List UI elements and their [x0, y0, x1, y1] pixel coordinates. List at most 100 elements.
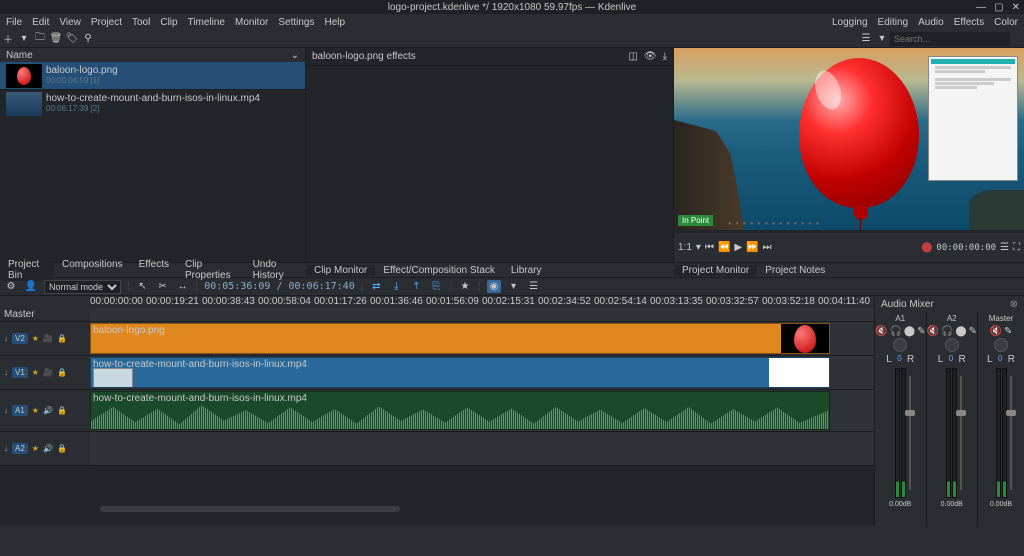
rec-icon[interactable]: ⬤ — [904, 326, 915, 336]
solo-icon[interactable]: 🎧 — [941, 326, 953, 336]
lock-icon[interactable]: 🔒 — [57, 406, 67, 415]
track-label-v2[interactable]: V2 — [12, 333, 28, 344]
view-menu-icon[interactable]: ▾ — [874, 31, 890, 47]
tab-undo-history[interactable]: Undo History — [245, 259, 306, 281]
tag-icon[interactable]: 🏷 — [64, 31, 80, 47]
tab-effect-stack[interactable]: Effect/Composition Stack — [375, 265, 503, 276]
skip-end-icon[interactable]: ⏭ — [763, 242, 772, 253]
mute-icon[interactable]: 🎥 — [43, 334, 53, 343]
layout-color[interactable]: Color — [994, 17, 1018, 28]
expand-icon[interactable]: ↓ — [4, 334, 8, 343]
fader-handle[interactable] — [1006, 410, 1016, 416]
tab-clip-properties[interactable]: Clip Properties — [177, 259, 245, 281]
mute-icon[interactable]: 🔊 — [43, 406, 53, 415]
save-effect-icon[interactable]: ⤓ — [663, 51, 667, 62]
star-icon[interactable]: ★ — [32, 334, 39, 343]
delete-icon[interactable]: 🗑 — [48, 31, 64, 47]
spacer-tool-icon[interactable]: ↔ — [176, 281, 190, 292]
timeline-position[interactable]: 00:05:36:09 — [204, 281, 270, 292]
mute-icon[interactable]: 🔊 — [43, 444, 53, 453]
menu-view[interactable]: View — [59, 17, 81, 28]
fullscreen-icon[interactable]: ⛶ — [1013, 242, 1020, 253]
lock-icon[interactable]: 🔒 — [57, 444, 67, 453]
expand-icon[interactable]: ↓ — [4, 444, 8, 453]
folder-icon[interactable]: 🗀 — [32, 31, 48, 47]
layout-editing[interactable]: Editing — [878, 17, 909, 28]
expand-icon[interactable]: ↓ — [4, 406, 8, 415]
filter-icon[interactable]: ⚲ — [80, 31, 96, 47]
show-audio-icon[interactable]: ☰ — [527, 281, 541, 292]
gear-icon[interactable]: ⚙ — [4, 281, 18, 292]
menu-help[interactable]: Help — [325, 17, 346, 28]
bin-item[interactable]: how-to-create-mount-and-burn-isos-in-lin… — [0, 90, 305, 118]
db-value[interactable]: 0.00dB — [889, 501, 911, 508]
star-icon[interactable]: ★ — [32, 444, 39, 453]
selection-tool-icon[interactable]: ↖ — [136, 281, 150, 292]
fader-handle[interactable] — [956, 410, 966, 416]
razor-tool-icon[interactable]: ✂ — [156, 281, 170, 292]
minimize-icon[interactable]: — — [976, 2, 986, 13]
zone-in-icon[interactable]: ⤓ — [389, 281, 403, 292]
rewind-icon[interactable]: ⏪ — [718, 242, 730, 253]
fx-icon[interactable]: ✎ — [969, 326, 977, 336]
add-clip-icon[interactable]: ＋ — [0, 31, 16, 47]
mute-icon[interactable]: 🎥 — [43, 368, 53, 377]
chevron-down-icon[interactable]: ▾ — [507, 281, 521, 292]
menu-settings[interactable]: Settings — [278, 17, 314, 28]
lock-icon[interactable]: 🔒 — [57, 334, 67, 343]
favorite-icon[interactable]: ★ — [458, 281, 472, 292]
tab-clip-monitor[interactable]: Clip Monitor — [306, 265, 375, 276]
track-menu-icon[interactable]: 👤 — [24, 281, 38, 292]
fx-icon[interactable]: ✎ — [917, 326, 925, 336]
menu-clip[interactable]: Clip — [160, 17, 177, 28]
master-track-label[interactable]: Master — [4, 309, 35, 320]
star-icon[interactable]: ★ — [32, 368, 39, 377]
visibility-icon[interactable]: 👁 — [644, 51, 657, 62]
fx-icon[interactable]: ✎ — [1004, 326, 1012, 336]
preview-render-icon[interactable]: ◉ — [487, 280, 501, 293]
zone-out-icon[interactable]: ⤒ — [409, 281, 423, 292]
tab-project-notes[interactable]: Project Notes — [757, 265, 833, 276]
tab-compositions[interactable]: Compositions — [54, 259, 131, 270]
play-icon[interactable]: ▶ — [734, 242, 742, 253]
close-panel-icon[interactable]: ⊗ — [1010, 299, 1018, 310]
mute-icon[interactable]: 🔇 — [927, 326, 939, 336]
tab-library[interactable]: Library — [503, 265, 550, 276]
menu-file[interactable]: File — [6, 17, 22, 28]
record-icon[interactable]: ⬤ — [921, 242, 932, 253]
pan-knob[interactable] — [945, 338, 959, 352]
bin-column-name[interactable]: Name — [6, 50, 33, 61]
overwrite-icon[interactable]: ⎘ — [429, 281, 443, 292]
rec-icon[interactable]: ⬤ — [955, 326, 966, 336]
forward-icon[interactable]: ⏩ — [746, 242, 758, 253]
horizontal-scrollbar[interactable] — [100, 506, 400, 512]
menu-project[interactable]: Project — [91, 17, 122, 28]
fader-handle[interactable] — [905, 410, 915, 416]
tab-project-bin[interactable]: Project Bin — [0, 259, 54, 281]
expand-icon[interactable]: ↓ — [4, 368, 8, 377]
options-icon[interactable]: ☰ — [1000, 242, 1009, 253]
db-value[interactable]: 0.00dB — [941, 501, 963, 508]
list-view-icon[interactable]: ☰ — [858, 31, 874, 47]
db-value[interactable]: 0.00dB — [990, 501, 1012, 508]
star-icon[interactable]: ★ — [32, 406, 39, 415]
mute-icon[interactable]: 🔇 — [990, 326, 1002, 336]
bin-item[interactable]: baloon-logo.png 00:00:04:59 [1] — [0, 62, 305, 90]
timeline-clip[interactable]: how-to-create-mount-and-burn-isos-in-lin… — [90, 357, 830, 388]
monitor-viewport[interactable]: In Point ● ● ● ● ● ● ● ● ● ● ● ● ● — [674, 48, 1024, 230]
mute-icon[interactable]: 🔇 — [875, 326, 887, 336]
track-label-a2[interactable]: A2 — [12, 443, 28, 454]
menu-timeline[interactable]: Timeline — [188, 17, 225, 28]
split-view-icon[interactable]: ◫ — [628, 51, 637, 62]
timeline-clip[interactable]: how-to-create-mount-and-burn-isos-in-lin… — [90, 391, 830, 430]
menu-edit[interactable]: Edit — [32, 17, 49, 28]
tab-project-monitor[interactable]: Project Monitor — [674, 265, 757, 276]
zoom-label[interactable]: 1:1 — [678, 242, 692, 253]
lock-icon[interactable]: 🔒 — [57, 368, 67, 377]
layout-effects[interactable]: Effects — [954, 17, 984, 28]
menu-tool[interactable]: Tool — [132, 17, 150, 28]
track-label-a1[interactable]: A1 — [12, 405, 28, 416]
layout-audio[interactable]: Audio — [918, 17, 944, 28]
track-label-v1[interactable]: V1 — [12, 367, 28, 378]
edit-mode-select[interactable]: Normal mode — [44, 280, 121, 294]
